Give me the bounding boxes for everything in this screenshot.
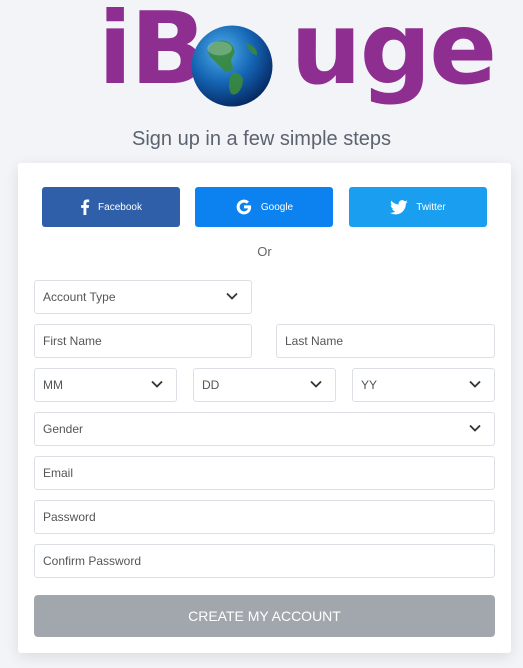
chevron-down-icon — [310, 380, 322, 388]
birth-year-select[interactable]: YY — [352, 368, 495, 402]
chevron-down-icon — [469, 424, 481, 432]
chevron-down-icon — [151, 380, 163, 388]
twitter-signup-button[interactable]: Twitter — [349, 187, 487, 227]
password-input[interactable]: Password — [34, 500, 495, 534]
gender-value: Gender — [43, 422, 84, 436]
birth-month-value: MM — [43, 378, 63, 392]
gender-select[interactable]: Gender — [34, 412, 495, 446]
facebook-button-label: Facebook — [98, 201, 142, 213]
signup-card: Facebook Google Twitter Or Account Type … — [18, 163, 511, 653]
account-type-select[interactable]: Account Type — [34, 280, 252, 314]
google-signup-button[interactable]: Google — [195, 187, 333, 227]
google-button-label: Google — [260, 201, 294, 213]
twitter-icon — [390, 199, 408, 214]
last-name-input[interactable]: Last Name — [276, 324, 495, 358]
confirm-password-input[interactable]: Confirm Password — [34, 544, 495, 578]
email-placeholder: Email — [43, 466, 74, 480]
chevron-down-icon — [469, 380, 481, 388]
or-divider-label: Or — [257, 244, 272, 259]
create-account-button[interactable]: CREATE MY ACCOUNT — [34, 595, 495, 637]
birth-year-value: YY — [361, 378, 378, 392]
logo-wordmark: iB uge — [98, 0, 498, 111]
last-name-placeholder: Last Name — [285, 334, 344, 348]
globe-icon — [191, 25, 273, 107]
birth-day-value: DD — [202, 378, 220, 392]
create-account-label: CREATE MY ACCOUNT — [188, 608, 341, 624]
birth-day-select[interactable]: DD — [193, 368, 336, 402]
facebook-icon — [81, 199, 90, 215]
email-input[interactable]: Email — [34, 456, 495, 490]
facebook-signup-button[interactable]: Facebook — [42, 187, 180, 227]
page-tagline: Sign up in a few simple steps — [131, 128, 392, 150]
logo-text-right: uge — [290, 0, 498, 107]
chevron-down-icon — [226, 292, 238, 300]
twitter-button-label: Twitter — [416, 201, 446, 213]
confirm-password-placeholder: Confirm Password — [43, 554, 142, 568]
ibouge-logo: iB uge — [98, 0, 497, 112]
first-name-input[interactable]: First Name — [34, 324, 252, 358]
first-name-placeholder: First Name — [43, 334, 102, 348]
google-icon — [236, 199, 251, 215]
birth-month-select[interactable]: MM — [34, 368, 177, 402]
password-placeholder: Password — [43, 510, 96, 524]
account-type-value: Account Type — [43, 290, 116, 304]
